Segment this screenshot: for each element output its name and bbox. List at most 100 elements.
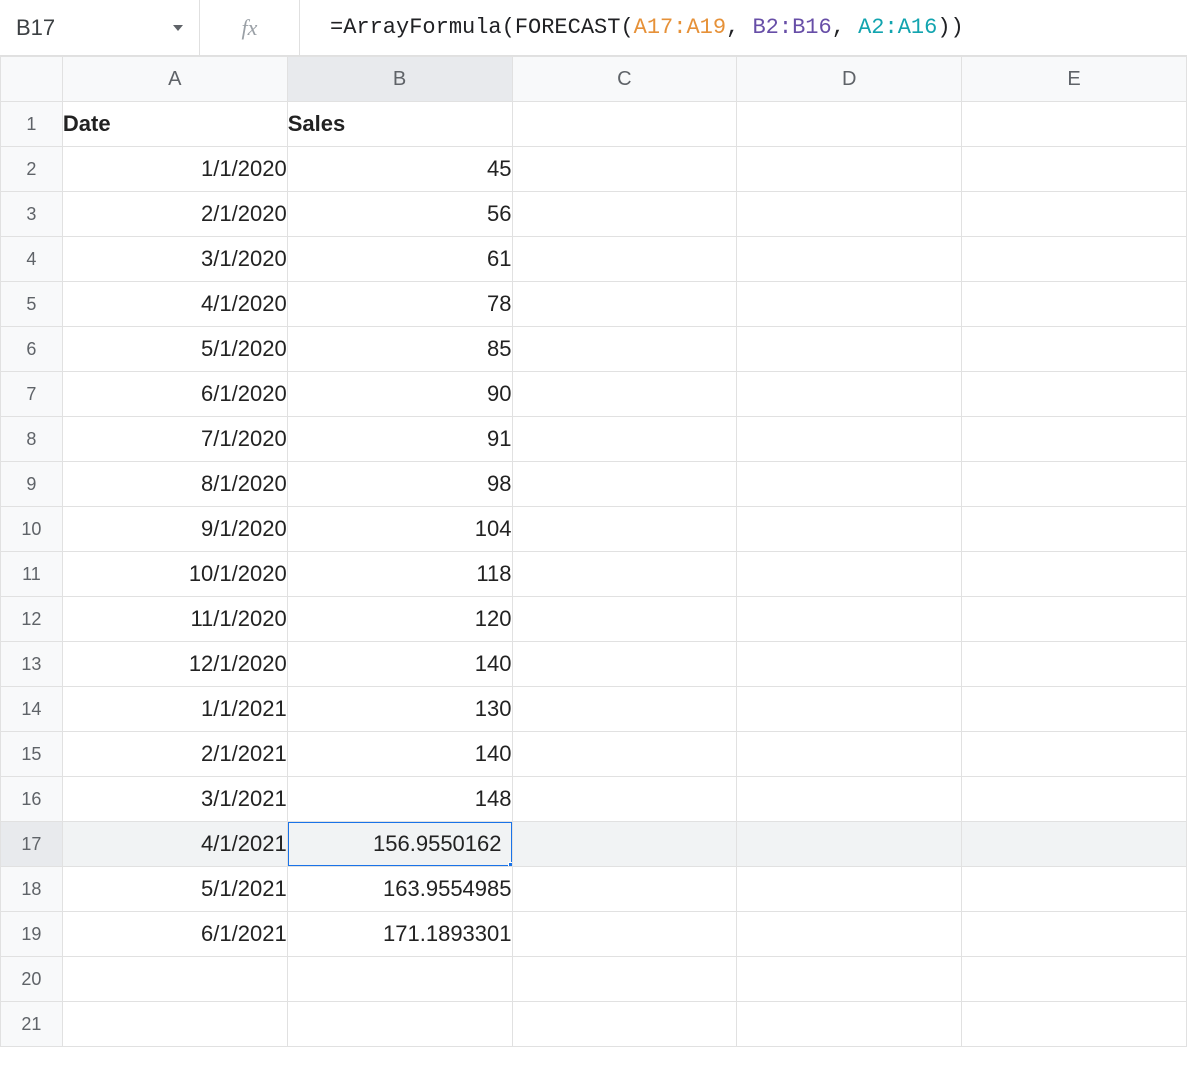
cell-D21[interactable] bbox=[737, 1002, 962, 1047]
cell-E16[interactable] bbox=[962, 777, 1187, 822]
cell-A12[interactable]: 11/1/2020 bbox=[62, 597, 287, 642]
cell-B14[interactable]: 130 bbox=[287, 687, 512, 732]
cell-C16[interactable] bbox=[512, 777, 737, 822]
cell-C14[interactable] bbox=[512, 687, 737, 732]
cell-A9[interactable]: 8/1/2020 bbox=[62, 462, 287, 507]
cell-A11[interactable]: 10/1/2020 bbox=[62, 552, 287, 597]
formula-input[interactable]: =ArrayFormula(FORECAST(A17:A19, B2:B16, … bbox=[300, 0, 1187, 55]
cell-B5[interactable]: 78 bbox=[287, 282, 512, 327]
cell-A18[interactable]: 5/1/2021 bbox=[62, 867, 287, 912]
cell-A5[interactable]: 4/1/2020 bbox=[62, 282, 287, 327]
row-header-12[interactable]: 12 bbox=[1, 597, 63, 642]
cell-C12[interactable] bbox=[512, 597, 737, 642]
fill-handle[interactable] bbox=[508, 862, 513, 867]
cell-B1[interactable]: Sales bbox=[287, 102, 512, 147]
row-header-8[interactable]: 8 bbox=[1, 417, 63, 462]
cell-E6[interactable] bbox=[962, 327, 1187, 372]
row-header-13[interactable]: 13 bbox=[1, 642, 63, 687]
column-header-D[interactable]: D bbox=[737, 57, 962, 102]
cell-E9[interactable] bbox=[962, 462, 1187, 507]
cell-B18[interactable]: 163.9554985 bbox=[287, 867, 512, 912]
cell-E12[interactable] bbox=[962, 597, 1187, 642]
cell-E21[interactable] bbox=[962, 1002, 1187, 1047]
cell-D4[interactable] bbox=[737, 237, 962, 282]
cell-C11[interactable] bbox=[512, 552, 737, 597]
cell-E1[interactable] bbox=[962, 102, 1187, 147]
cell-D14[interactable] bbox=[737, 687, 962, 732]
cell-D18[interactable] bbox=[737, 867, 962, 912]
name-box[interactable]: B17 bbox=[0, 0, 200, 55]
cell-C21[interactable] bbox=[512, 1002, 737, 1047]
row-header-1[interactable]: 1 bbox=[1, 102, 63, 147]
cell-A8[interactable]: 7/1/2020 bbox=[62, 417, 287, 462]
cell-E5[interactable] bbox=[962, 282, 1187, 327]
cell-C15[interactable] bbox=[512, 732, 737, 777]
row-header-15[interactable]: 15 bbox=[1, 732, 63, 777]
cell-C18[interactable] bbox=[512, 867, 737, 912]
row-header-20[interactable]: 20 bbox=[1, 957, 63, 1002]
cell-C9[interactable] bbox=[512, 462, 737, 507]
cell-B20[interactable] bbox=[287, 957, 512, 1002]
row-header-4[interactable]: 4 bbox=[1, 237, 63, 282]
cell-A14[interactable]: 1/1/2021 bbox=[62, 687, 287, 732]
cell-B7[interactable]: 90 bbox=[287, 372, 512, 417]
cell-B12[interactable]: 120 bbox=[287, 597, 512, 642]
cell-E11[interactable] bbox=[962, 552, 1187, 597]
cell-C20[interactable] bbox=[512, 957, 737, 1002]
cell-E17[interactable] bbox=[962, 822, 1187, 867]
cell-C17[interactable] bbox=[512, 822, 737, 867]
cell-C4[interactable] bbox=[512, 237, 737, 282]
cell-E14[interactable] bbox=[962, 687, 1187, 732]
cell-E15[interactable] bbox=[962, 732, 1187, 777]
cell-D9[interactable] bbox=[737, 462, 962, 507]
cell-E19[interactable] bbox=[962, 912, 1187, 957]
row-header-10[interactable]: 10 bbox=[1, 507, 63, 552]
cell-C2[interactable] bbox=[512, 147, 737, 192]
cell-B11[interactable]: 118 bbox=[287, 552, 512, 597]
cell-A17[interactable]: 4/1/2021 bbox=[62, 822, 287, 867]
column-header-E[interactable]: E bbox=[962, 57, 1187, 102]
row-header-5[interactable]: 5 bbox=[1, 282, 63, 327]
cell-C7[interactable] bbox=[512, 372, 737, 417]
cell-D15[interactable] bbox=[737, 732, 962, 777]
cell-B13[interactable]: 140 bbox=[287, 642, 512, 687]
cell-A10[interactable]: 9/1/2020 bbox=[62, 507, 287, 552]
cell-A19[interactable]: 6/1/2021 bbox=[62, 912, 287, 957]
cell-C6[interactable] bbox=[512, 327, 737, 372]
cell-B8[interactable]: 91 bbox=[287, 417, 512, 462]
cell-D5[interactable] bbox=[737, 282, 962, 327]
cell-D10[interactable] bbox=[737, 507, 962, 552]
spreadsheet-grid[interactable]: ABCDE 1DateSales21/1/20204532/1/20205643… bbox=[0, 56, 1187, 1047]
dropdown-icon[interactable] bbox=[173, 25, 183, 31]
cell-D1[interactable] bbox=[737, 102, 962, 147]
cell-A7[interactable]: 6/1/2020 bbox=[62, 372, 287, 417]
cell-E20[interactable] bbox=[962, 957, 1187, 1002]
cell-D2[interactable] bbox=[737, 147, 962, 192]
cell-D11[interactable] bbox=[737, 552, 962, 597]
cell-A1[interactable]: Date bbox=[62, 102, 287, 147]
cell-D19[interactable] bbox=[737, 912, 962, 957]
row-header-3[interactable]: 3 bbox=[1, 192, 63, 237]
cell-E4[interactable] bbox=[962, 237, 1187, 282]
row-header-2[interactable]: 2 bbox=[1, 147, 63, 192]
cell-C10[interactable] bbox=[512, 507, 737, 552]
cell-D6[interactable] bbox=[737, 327, 962, 372]
cell-D20[interactable] bbox=[737, 957, 962, 1002]
cell-B21[interactable] bbox=[287, 1002, 512, 1047]
cell-D16[interactable] bbox=[737, 777, 962, 822]
cell-E2[interactable] bbox=[962, 147, 1187, 192]
cell-C8[interactable] bbox=[512, 417, 737, 462]
cell-D12[interactable] bbox=[737, 597, 962, 642]
row-header-19[interactable]: 19 bbox=[1, 912, 63, 957]
column-header-B[interactable]: B bbox=[287, 57, 512, 102]
cell-A4[interactable]: 3/1/2020 bbox=[62, 237, 287, 282]
row-header-7[interactable]: 7 bbox=[1, 372, 63, 417]
cell-B16[interactable]: 148 bbox=[287, 777, 512, 822]
cell-B17[interactable]: 156.9550162 bbox=[287, 822, 512, 867]
row-header-11[interactable]: 11 bbox=[1, 552, 63, 597]
row-header-17[interactable]: 17 bbox=[1, 822, 63, 867]
cell-A6[interactable]: 5/1/2020 bbox=[62, 327, 287, 372]
cell-E13[interactable] bbox=[962, 642, 1187, 687]
row-header-9[interactable]: 9 bbox=[1, 462, 63, 507]
cell-C13[interactable] bbox=[512, 642, 737, 687]
